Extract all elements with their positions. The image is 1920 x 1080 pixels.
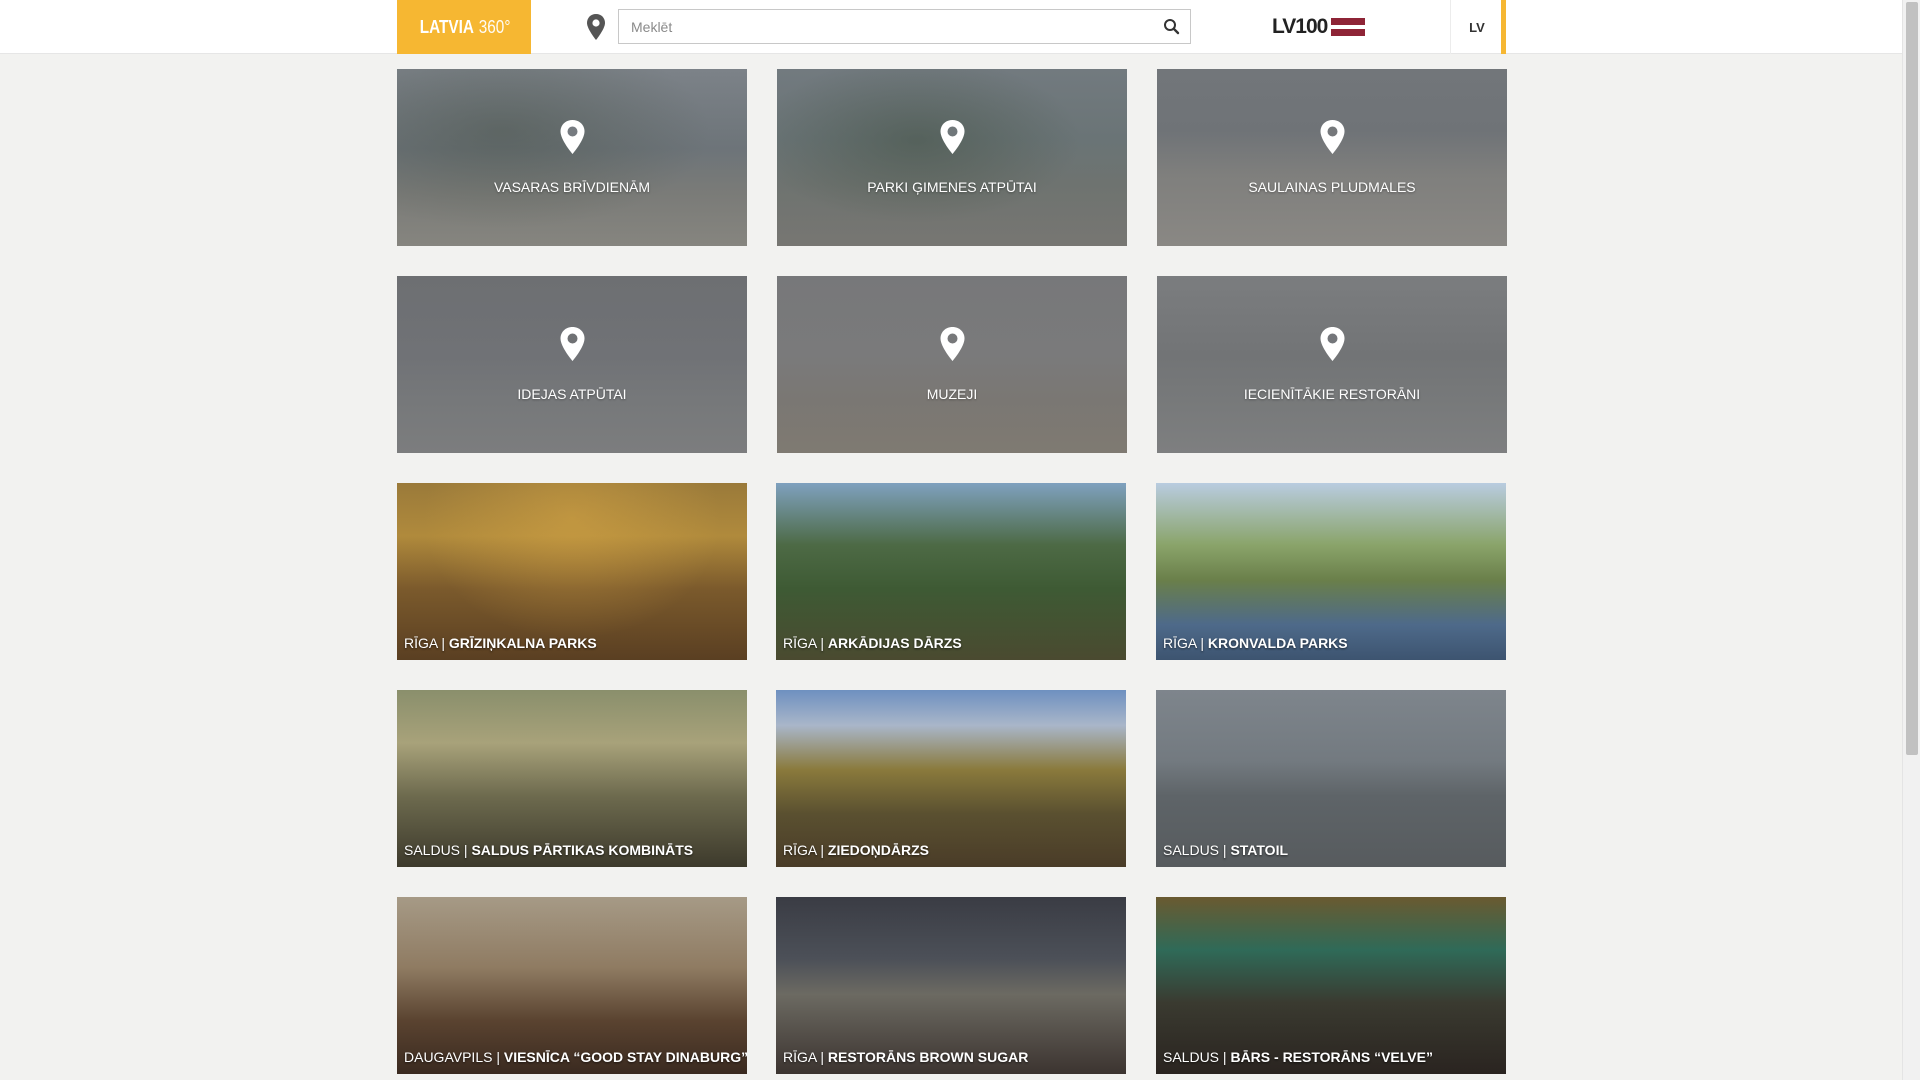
latvian-flag-icon	[1331, 18, 1366, 36]
tile-background	[776, 483, 1126, 660]
language-switcher[interactable]: LV	[1451, 0, 1503, 54]
place-label: RĪGA | ZIEDOŅDĀRZS	[783, 842, 930, 858]
vertical-scrollbar[interactable]	[1902, 0, 1920, 1080]
place-name: STATOIL	[1230, 842, 1289, 858]
map-pin-icon	[940, 327, 965, 361]
place-tile[interactable]: SALDUS | SALDUS PĀRTIKAS KOMBINĀTS	[397, 690, 747, 867]
search-bar	[618, 9, 1191, 44]
place-label: SALDUS | STATOIL	[1163, 842, 1289, 858]
category-tile[interactable]: MUZEJI	[777, 276, 1127, 453]
tile-background	[776, 690, 1126, 867]
category-label: PARKI ĢIMENES ATPŪTAI	[867, 179, 1037, 195]
category-label: MUZEJI	[926, 386, 978, 402]
place-name: RESTORĀNS BROWN SUGAR	[827, 1049, 1029, 1065]
place-city: DAUGAVPILS	[404, 1049, 493, 1065]
place-name: VIESNĪCA “GOOD STAY DINABURG”	[503, 1049, 747, 1065]
tile-background	[1157, 69, 1507, 246]
tile-background	[397, 690, 747, 867]
map-pin-icon	[560, 120, 585, 154]
tile-background	[1156, 690, 1506, 867]
category-tile[interactable]: IECIENĪTĀKIE RESTORĀNI	[1157, 276, 1507, 453]
tile-background	[397, 897, 747, 1074]
search-icon[interactable]	[1162, 17, 1182, 37]
place-label: SALDUS | SALDUS PĀRTIKAS KOMBINĀTS	[404, 842, 694, 858]
place-city: SALDUS	[1163, 842, 1220, 858]
top-header: LATVIA 360° LV100 LV	[0, 0, 1902, 54]
tile-background	[776, 897, 1126, 1074]
place-name: SALDUS PĀRTIKAS KOMBINĀTS	[471, 842, 694, 858]
category-label: IECIENĪTĀKIE RESTORĀNI	[1243, 386, 1421, 402]
tile-background	[1156, 483, 1506, 660]
place-tile[interactable]: RĪGA | RESTORĀNS BROWN SUGAR	[776, 897, 1126, 1074]
place-tile[interactable]: RĪGA | ARKĀDIJAS DĀRZS	[776, 483, 1126, 660]
site-logo[interactable]: LATVIA 360°	[397, 0, 531, 54]
place-label: DAUGAVPILS | VIESNĪCA “GOOD STAY DINABUR…	[404, 1049, 747, 1065]
place-city: RĪGA	[783, 635, 817, 651]
category-tile[interactable]: VASARAS BRĪVDIENĀM	[397, 69, 747, 246]
scrollbar-thumb[interactable]	[1906, 2, 1918, 755]
place-label: RĪGA | KRONVALDA PARKS	[1163, 635, 1348, 651]
search-input[interactable]	[619, 10, 1149, 43]
place-name: ZIEDOŅDĀRZS	[827, 842, 930, 858]
place-name: GRĪZIŅKALNA PARKS	[448, 635, 597, 651]
category-label: IDEJAS ATPŪTAI	[517, 386, 627, 402]
tile-background	[777, 276, 1127, 453]
place-city: RĪGA	[783, 842, 817, 858]
map-pin-icon	[940, 120, 965, 154]
place-tile[interactable]: SALDUS | STATOIL	[1156, 690, 1506, 867]
logo-text-light: 360°	[479, 16, 511, 37]
tile-background	[1157, 276, 1507, 453]
place-label: RĪGA | ARKĀDIJAS DĀRZS	[783, 635, 962, 651]
place-name: KRONVALDA PARKS	[1207, 635, 1348, 651]
category-label: VASARAS BRĪVDIENĀM	[493, 179, 651, 195]
place-tile[interactable]: RĪGA | GRĪZIŅKALNA PARKS	[397, 483, 747, 660]
category-tile[interactable]: PARKI ĢIMENES ATPŪTAI	[777, 69, 1127, 246]
place-city: RĪGA	[1163, 635, 1197, 651]
category-tile[interactable]: SAULAINAS PLUDMALES	[1157, 69, 1507, 246]
map-pin-icon	[560, 327, 585, 361]
logo-text-bold: LATVIA	[419, 16, 474, 37]
place-city: RĪGA	[404, 635, 438, 651]
place-city: RĪGA	[783, 1049, 817, 1065]
place-city: SALDUS	[404, 842, 461, 858]
tile-background	[397, 276, 747, 453]
map-pin-icon	[1320, 120, 1345, 154]
place-tile[interactable]: RĪGA | ZIEDOŅDĀRZS	[776, 690, 1126, 867]
place-label: RĪGA | GRĪZIŅKALNA PARKS	[404, 635, 597, 651]
place-tile[interactable]: DAUGAVPILS | VIESNĪCA “GOOD STAY DINABUR…	[397, 897, 747, 1074]
tile-background	[1156, 897, 1506, 1074]
place-label: SALDUS | BĀRS - RESTORĀNS “VELVE”	[1163, 1049, 1433, 1065]
category-label: SAULAINAS PLUDMALES	[1248, 179, 1416, 195]
category-tile[interactable]: IDEJAS ATPŪTAI	[397, 276, 747, 453]
header-accent-bar	[1501, 0, 1506, 54]
location-pin-icon[interactable]	[584, 13, 608, 41]
map-pin-icon	[1320, 327, 1345, 361]
place-name: BĀRS - RESTORĀNS “VELVE”	[1230, 1049, 1433, 1065]
lv100-logo[interactable]: LV100	[1272, 13, 1378, 41]
place-tile[interactable]: SALDUS | BĀRS - RESTORĀNS “VELVE”	[1156, 897, 1506, 1074]
lv100-text: LV100	[1272, 15, 1328, 38]
place-city: SALDUS	[1163, 1049, 1220, 1065]
place-label: RĪGA | RESTORĀNS BROWN SUGAR	[783, 1049, 1029, 1065]
place-name: ARKĀDIJAS DĀRZS	[827, 635, 962, 651]
place-tile[interactable]: RĪGA | KRONVALDA PARKS	[1156, 483, 1506, 660]
